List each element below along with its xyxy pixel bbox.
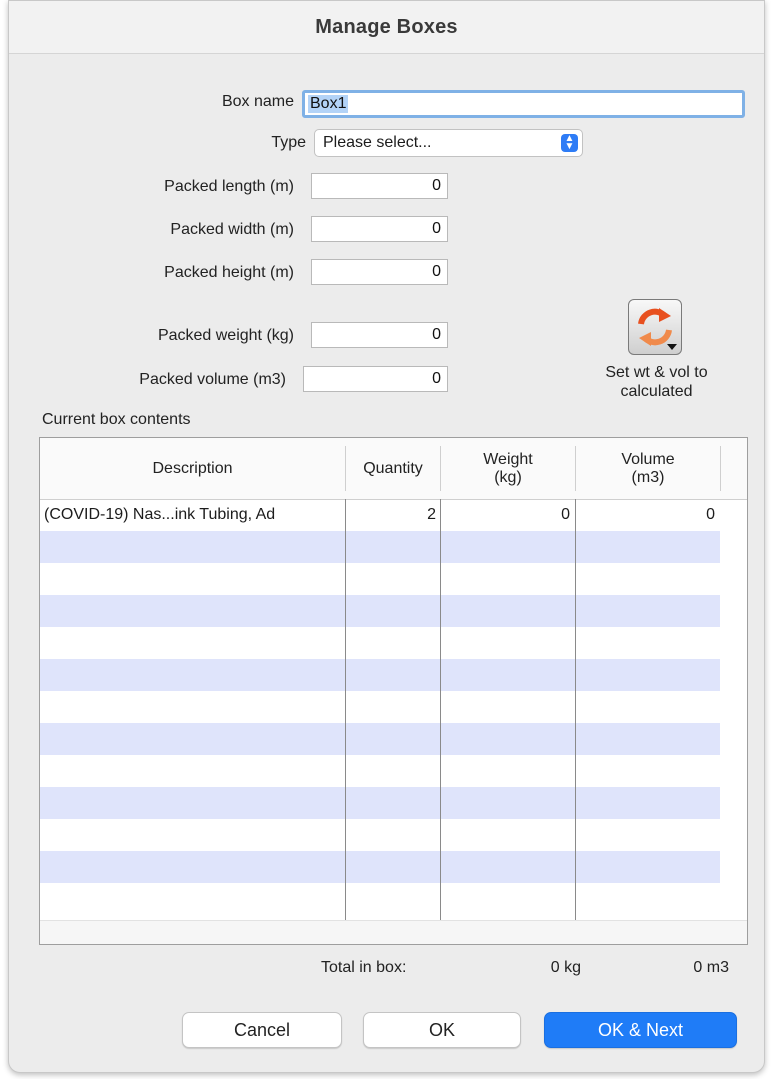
- table-row[interactable]: [40, 723, 720, 755]
- total-volume-value: 0 m3: [693, 959, 729, 976]
- type-label: Type: [271, 134, 306, 151]
- column-header-weight[interactable]: Weight (kg): [441, 438, 575, 499]
- packed-length-label: Packed length (m): [164, 178, 294, 195]
- type-select[interactable]: Please select... ▲ ▼: [314, 129, 583, 157]
- dialog-title: Manage Boxes: [315, 15, 458, 38]
- table-header: Description Quantity Weight (kg) Volume …: [40, 438, 747, 500]
- table-row[interactable]: [40, 883, 720, 920]
- set-calculated-button[interactable]: [628, 299, 682, 355]
- table-row[interactable]: [40, 755, 720, 787]
- packed-width-input[interactable]: 0: [311, 216, 448, 242]
- table-row[interactable]: [40, 787, 720, 819]
- packed-weight-input[interactable]: 0: [311, 322, 448, 348]
- table-row[interactable]: [40, 691, 720, 723]
- packed-weight-label: Packed weight (kg): [157, 327, 294, 344]
- table-row[interactable]: [40, 531, 720, 563]
- packed-volume-label: Packed volume (m3): [139, 371, 286, 388]
- cell-description: (COVID-19) Nas...ink Tubing, Ad: [44, 506, 276, 523]
- horizontal-scrollbar[interactable]: [40, 920, 747, 944]
- column-header-volume[interactable]: Volume (m3): [576, 438, 720, 499]
- cell-quantity: 2: [427, 506, 436, 523]
- ok-button[interactable]: OK: [363, 1012, 521, 1048]
- column-header-quantity[interactable]: Quantity: [346, 438, 440, 499]
- packed-length-input[interactable]: 0: [311, 173, 448, 199]
- total-in-box-label: Total in box:: [321, 959, 407, 976]
- type-select-value: Please select...: [323, 134, 432, 151]
- table-row[interactable]: [40, 819, 720, 851]
- packed-volume-input[interactable]: 0: [303, 366, 448, 392]
- box-contents-table: Description Quantity Weight (kg) Volume …: [39, 437, 748, 945]
- cell-weight: 0: [561, 506, 570, 523]
- table-row[interactable]: [40, 627, 720, 659]
- table-row[interactable]: [40, 595, 720, 627]
- box-contents-label: Current box contents: [42, 411, 191, 428]
- table-row[interactable]: [40, 659, 720, 691]
- title-bar: Manage Boxes: [9, 1, 764, 54]
- packed-height-input[interactable]: 0: [311, 259, 448, 285]
- table-row[interactable]: [40, 851, 720, 883]
- ok-next-button[interactable]: OK & Next: [544, 1012, 737, 1048]
- box-name-label: Box name: [221, 93, 294, 110]
- cancel-button[interactable]: Cancel: [182, 1012, 342, 1048]
- box-name-input[interactable]: Box1: [302, 90, 745, 118]
- packed-height-label: Packed height (m): [164, 264, 294, 281]
- cell-volume: 0: [706, 506, 715, 523]
- packed-width-label: Packed width (m): [170, 221, 294, 238]
- select-arrows-icon: ▲ ▼: [561, 134, 578, 152]
- box-name-value: Box1: [308, 95, 349, 113]
- set-calculated-caption: Set wt & vol to calculated: [605, 364, 708, 400]
- column-header-description[interactable]: Description: [40, 438, 345, 499]
- table-row[interactable]: [40, 563, 720, 595]
- refresh-arrows-icon: [638, 308, 677, 350]
- total-weight-value: 0 kg: [550, 959, 581, 976]
- table-row[interactable]: (COVID-19) Nas...ink Tubing, Ad 2 0 0: [40, 499, 720, 531]
- manage-boxes-dialog: Manage Boxes Box name Box1 Type Please s…: [8, 0, 765, 1073]
